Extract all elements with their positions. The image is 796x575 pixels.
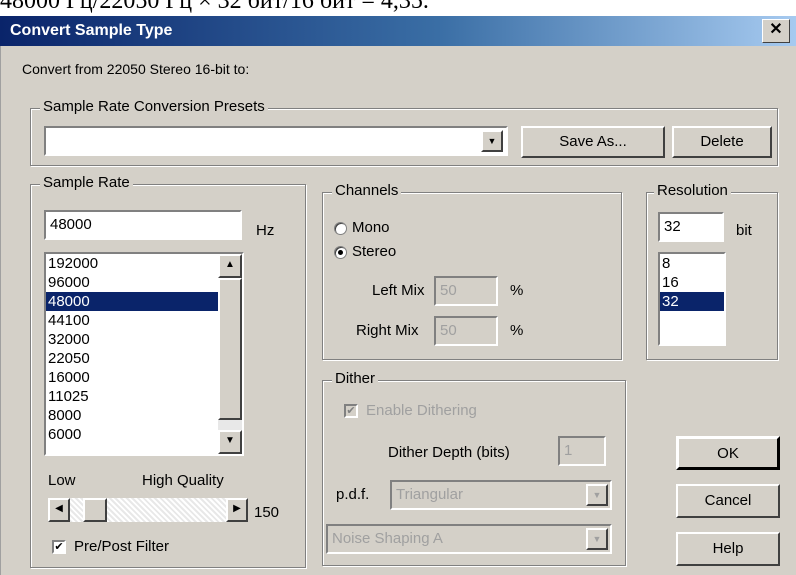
pdf-combo[interactable]: Triangular	[390, 480, 612, 510]
quality-value: 150	[254, 504, 280, 521]
sample-rate-option[interactable]: 16000	[46, 368, 218, 387]
sample-rate-unit: Hz	[256, 222, 275, 239]
resolution-option[interactable]: 16	[660, 273, 724, 292]
chevron-down-icon[interactable]: ▼	[586, 528, 608, 550]
left-mix-input[interactable]: 50	[434, 276, 498, 306]
sample-rate-option[interactable]: 44100	[46, 311, 218, 330]
pdf-combo-value: Triangular	[396, 486, 463, 503]
resolution-option[interactable]: 8	[660, 254, 724, 273]
scroll-up-icon[interactable]: ▲	[218, 254, 242, 278]
scroll-thumb[interactable]	[218, 278, 242, 420]
resolution-input[interactable]: 32	[658, 212, 724, 242]
left-mix-label: Left Mix	[372, 282, 425, 299]
scroll-down-icon[interactable]: ▼	[218, 430, 242, 454]
sample-rate-options: 192000 96000 48000 44100 32000 22050 16000 1102…	[46, 254, 218, 444]
enable-dithering-checkbox[interactable]: ✔	[344, 404, 358, 418]
save-as-button[interactable]: Save As...	[521, 126, 665, 158]
resolution-list[interactable]: 8 16 32	[658, 252, 726, 346]
resolution-legend: Resolution	[654, 182, 731, 200]
quality-slider[interactable]: ◀ ▶	[48, 498, 248, 522]
resolution-option[interactable]: 32	[660, 292, 724, 311]
chevron-down-icon[interactable]: ▼	[586, 484, 608, 506]
left-mix-percent: %	[510, 282, 524, 299]
cancel-button[interactable]: Cancel	[676, 484, 780, 518]
help-button[interactable]: Help	[676, 532, 780, 566]
close-button[interactable]: ✕	[762, 19, 790, 43]
slider-right-icon[interactable]: ▶	[226, 498, 248, 522]
stereo-radio[interactable]	[334, 246, 347, 259]
close-icon: ✕	[769, 21, 783, 38]
document-header-text: 48000 Гц/22050 Гц × 32 бит/16 бит = 4,35…	[0, 0, 429, 14]
check-icon: ✔	[54, 541, 64, 553]
dither-depth-label: Dither Depth (bits)	[388, 444, 510, 461]
slider-thumb[interactable]	[83, 498, 108, 522]
dither-legend: Dither	[332, 370, 379, 388]
pre-post-filter-checkbox[interactable]: ✔	[52, 540, 66, 554]
delete-button[interactable]: Delete	[672, 126, 772, 158]
chevron-down-icon[interactable]: ▼	[481, 130, 503, 152]
window-title: Convert Sample Type	[10, 22, 173, 39]
right-mix-percent: %	[510, 322, 524, 339]
resolution-unit: bit	[736, 222, 752, 239]
sample-rate-option[interactable]: 32000	[46, 330, 218, 349]
sample-rate-option[interactable]: 22050	[46, 349, 218, 368]
ok-button[interactable]: OK	[676, 436, 780, 470]
slider-left-icon[interactable]: ◀	[48, 498, 70, 522]
mono-radio[interactable]	[334, 222, 347, 235]
pdf-label: p.d.f.	[336, 486, 370, 503]
noise-shaping-value: Noise Shaping A	[332, 530, 443, 547]
dither-depth-input[interactable]: 1	[558, 436, 606, 466]
sample-rate-option[interactable]: 6000	[46, 425, 218, 444]
quality-low-label: Low	[48, 472, 76, 489]
right-mix-label: Right Mix	[356, 322, 419, 339]
mono-label: Mono	[352, 219, 390, 236]
sample-rate-list[interactable]: 192000 96000 48000 44100 32000 22050 16000 1102…	[44, 252, 244, 456]
right-mix-input[interactable]: 50	[434, 316, 498, 346]
sample-rate-option[interactable]: 96000	[46, 273, 218, 292]
channels-legend: Channels	[332, 182, 402, 200]
sample-rate-option[interactable]: 11025	[46, 387, 218, 406]
check-icon: ✔	[346, 405, 356, 417]
preset-combo[interactable]	[44, 126, 508, 156]
convert-from-label: Convert from 22050 Stereo 16-bit to:	[22, 61, 250, 77]
sample-rate-option[interactable]: 192000	[46, 254, 218, 273]
presets-legend: Sample Rate Conversion Presets	[40, 98, 268, 116]
pre-post-filter-label: Pre/Post Filter	[74, 538, 170, 555]
enable-dithering-label: Enable Dithering	[366, 402, 477, 419]
stereo-label: Stereo	[352, 243, 397, 260]
sample-rate-input[interactable]: 48000	[44, 210, 242, 240]
sample-rate-option[interactable]: 8000	[46, 406, 218, 425]
sample-rate-option[interactable]: 48000	[46, 292, 218, 311]
quality-high-label: High Quality	[142, 472, 224, 489]
noise-shaping-combo[interactable]: Noise Shaping A	[326, 524, 612, 554]
sample-rate-legend: Sample Rate	[40, 174, 133, 192]
resolution-options: 8 16 32	[660, 254, 724, 311]
